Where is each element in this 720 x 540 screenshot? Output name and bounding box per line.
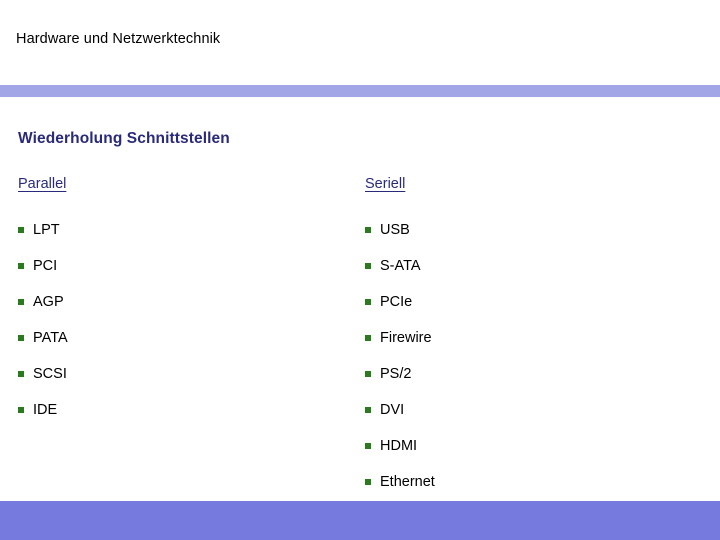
list-item-label: PCI — [33, 258, 58, 274]
list-item-label: PCIe — [380, 294, 413, 310]
list-item: HDMI — [365, 428, 695, 464]
square-bullet-icon — [365, 407, 371, 413]
column-heading-parallel: Parallel — [18, 176, 67, 192]
column-parallel: Parallel LPT PCI AGP PATA SCSI IDE — [18, 175, 348, 418]
list-item-label: HDMI — [380, 438, 418, 454]
bullet-list-seriell: USB S-ATA PCIe Firewire PS/2 DVI HDMI Et… — [365, 212, 695, 500]
bullet-list-parallel: LPT PCI AGP PATA SCSI IDE — [18, 212, 348, 428]
square-bullet-icon — [365, 227, 371, 233]
list-item: Ethernet — [365, 464, 695, 500]
header-divider-bar — [0, 85, 720, 97]
list-item-label: Firewire — [380, 330, 432, 346]
list-item-label: S-ATA — [380, 258, 421, 274]
column-heading-seriell: Seriell — [365, 176, 406, 192]
column-seriell: Seriell USB S-ATA PCIe Firewire PS/2 DVI… — [365, 175, 695, 490]
list-item-label: PATA — [33, 330, 68, 346]
square-bullet-icon — [18, 299, 24, 305]
square-bullet-icon — [365, 371, 371, 377]
list-item-label: USB — [380, 222, 410, 238]
square-bullet-icon — [18, 335, 24, 341]
slide-body: Wiederholung Schnittstellen Parallel LPT… — [0, 97, 720, 501]
list-item: Firewire — [365, 320, 695, 356]
list-item: PS/2 — [365, 356, 695, 392]
square-bullet-icon — [18, 263, 24, 269]
list-item: PATA — [18, 320, 348, 356]
list-item-label: LPT — [33, 222, 60, 238]
list-item: LPT — [18, 212, 348, 248]
list-item: PCI — [18, 248, 348, 284]
list-item-label: PS/2 — [380, 366, 412, 382]
slide-header-title: Hardware und Netzwerktechnik — [16, 31, 221, 47]
list-item: IDE — [18, 392, 348, 428]
square-bullet-icon — [365, 479, 371, 485]
content-heading: Wiederholung Schnittstellen — [18, 130, 230, 147]
slide-footer-bar — [0, 501, 720, 540]
list-item: SCSI — [18, 356, 348, 392]
list-item-label: SCSI — [33, 366, 67, 382]
square-bullet-icon — [365, 443, 371, 449]
square-bullet-icon — [365, 299, 371, 305]
square-bullet-icon — [18, 371, 24, 377]
square-bullet-icon — [18, 407, 24, 413]
square-bullet-icon — [18, 227, 24, 233]
list-item-label: IDE — [33, 402, 58, 418]
list-item-label: DVI — [380, 402, 405, 418]
square-bullet-icon — [365, 263, 371, 269]
list-item: PCIe — [365, 284, 695, 320]
list-item-label: AGP — [33, 294, 64, 310]
list-item: USB — [365, 212, 695, 248]
list-item: DVI — [365, 392, 695, 428]
square-bullet-icon — [365, 335, 371, 341]
list-item: AGP — [18, 284, 348, 320]
slide: Hardware und Netzwerktechnik Wiederholun… — [0, 0, 720, 540]
list-item: S-ATA — [365, 248, 695, 284]
list-item-label: Ethernet — [380, 474, 435, 490]
slide-header: Hardware und Netzwerktechnik — [0, 0, 720, 85]
